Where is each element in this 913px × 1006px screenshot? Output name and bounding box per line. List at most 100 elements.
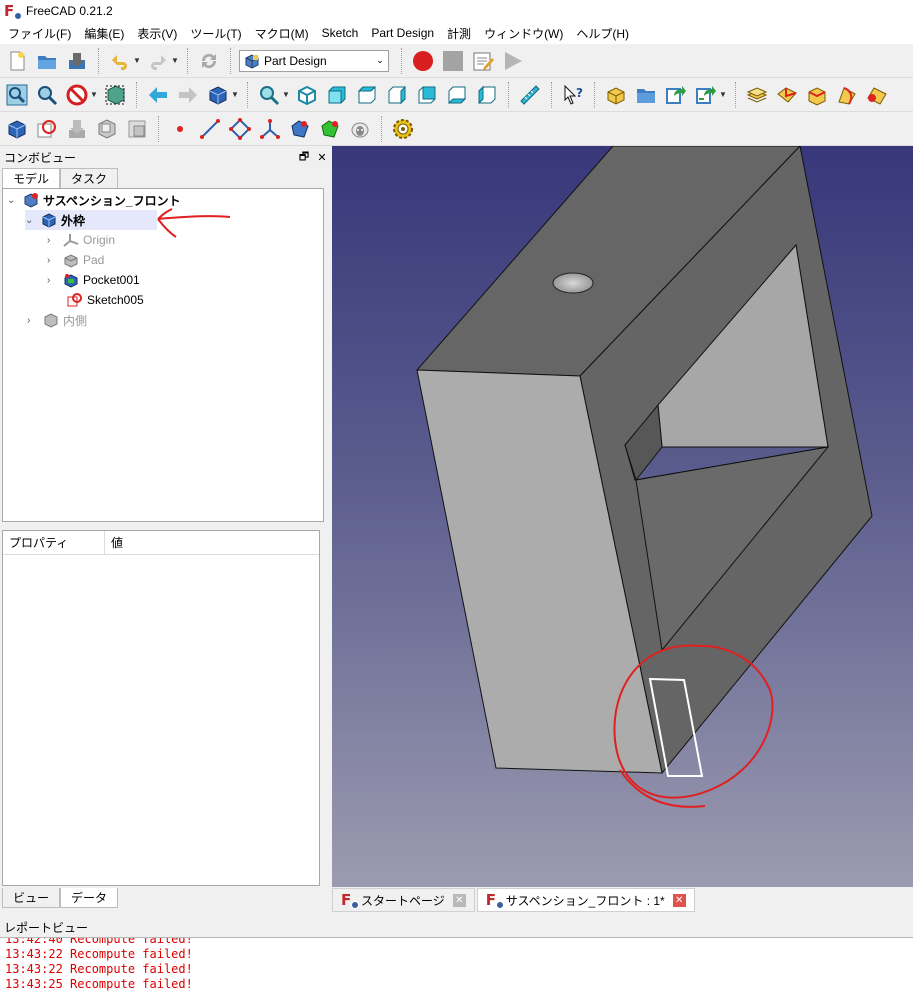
fit-selection-button[interactable] — [34, 82, 60, 108]
pad-button[interactable] — [804, 82, 830, 108]
menu-edit[interactable]: 編集(E) — [80, 25, 128, 42]
view-left-button[interactable] — [474, 82, 500, 108]
tab-model[interactable]: モデル — [2, 168, 61, 188]
tab-document[interactable]: F サスペンション_フロント : 1* ✕ — [476, 888, 695, 912]
revolution-button[interactable] — [834, 82, 860, 108]
macro-record-button[interactable] — [410, 48, 436, 74]
subshape-binder-button[interactable] — [317, 116, 343, 142]
view-right-button[interactable] — [384, 82, 410, 108]
shapebinder-button[interactable] — [287, 116, 313, 142]
menu-tools[interactable]: ツール(T) — [186, 25, 245, 42]
std-views-dropdown-icon[interactable]: ▼ — [231, 90, 239, 99]
macro-stop-button[interactable] — [440, 48, 466, 74]
tree-item-sketch[interactable]: Sketch005 — [63, 290, 144, 310]
gear-button[interactable] — [390, 116, 416, 142]
body-button[interactable] — [744, 82, 770, 108]
view-top-button[interactable] — [354, 82, 380, 108]
link-dropdown-icon[interactable]: ▼ — [719, 90, 727, 99]
tab-label: サスペンション_フロント : 1* — [505, 893, 665, 908]
tab-data[interactable]: データ — [60, 888, 119, 908]
float-icon[interactable]: 🗗 — [295, 148, 313, 167]
create-sublink-button[interactable] — [693, 82, 719, 108]
refresh-button[interactable] — [196, 48, 222, 74]
menu-macro[interactable]: マクロ(M) — [251, 25, 313, 42]
chevron-right-icon[interactable]: › — [47, 275, 59, 286]
tree-item-label: Origin — [83, 233, 116, 247]
new-body-button[interactable] — [4, 116, 30, 142]
chevron-right-icon[interactable]: › — [27, 315, 39, 326]
menu-part-design[interactable]: Part Design — [367, 26, 438, 40]
3d-viewport[interactable] — [332, 146, 913, 887]
new-sketch-button[interactable] — [34, 116, 60, 142]
forward-button[interactable] — [175, 82, 201, 108]
redo-button[interactable] — [145, 48, 171, 74]
chevron-down-icon: ⌄ — [376, 55, 384, 65]
datum-point-button[interactable] — [167, 116, 193, 142]
macro-run-button[interactable] — [500, 48, 526, 74]
view-bottom-button[interactable] — [444, 82, 470, 108]
menu-view[interactable]: 表示(V) — [133, 25, 181, 42]
macro-edit-button[interactable] — [470, 48, 496, 74]
tree-item-pad[interactable]: › Pad — [47, 250, 104, 270]
tab-view[interactable]: ビュー — [2, 888, 61, 908]
create-part-button[interactable] — [603, 82, 629, 108]
chevron-right-icon[interactable]: › — [47, 255, 59, 266]
std-views-button[interactable] — [205, 82, 231, 108]
sketch-icon — [67, 292, 83, 308]
reorient-sketch-button[interactable] — [124, 116, 150, 142]
bounding-box-button[interactable] — [102, 82, 128, 108]
measure-distance-button[interactable] — [517, 82, 543, 108]
draw-style-dropdown-icon[interactable]: ▼ — [90, 90, 98, 99]
tree-item-body-outer[interactable]: ⌄ 外枠 — [25, 210, 157, 230]
workbench-selector[interactable]: Part Design ⌄ — [239, 49, 389, 72]
undo-button[interactable] — [107, 48, 133, 74]
shape-binder-button[interactable] — [774, 82, 800, 108]
tree-item-body-inner[interactable]: › 内側 — [27, 310, 87, 330]
back-button[interactable] — [145, 82, 171, 108]
close-icon[interactable]: ✕ — [313, 151, 331, 164]
tree-item-pocket[interactable]: › Pocket001 — [47, 270, 140, 290]
datum-line-button[interactable] — [197, 116, 223, 142]
whats-this-button[interactable]: ? — [560, 82, 586, 108]
create-group-button[interactable] — [633, 82, 659, 108]
menu-sketch[interactable]: Sketch — [318, 26, 363, 40]
local-cs-button[interactable] — [257, 116, 283, 142]
freecad-logo-icon: F — [486, 892, 504, 909]
redo-dropdown-icon[interactable]: ▼ — [171, 56, 179, 65]
menu-window[interactable]: ウィンドウ(W) — [480, 25, 567, 42]
draw-style-button[interactable] — [64, 82, 90, 108]
property-col-name[interactable]: プロパティ — [3, 530, 105, 555]
fit-all-button[interactable] — [4, 82, 30, 108]
view-isometric-button[interactable] — [294, 82, 320, 108]
chevron-down-icon[interactable]: ⌄ — [7, 195, 19, 206]
datum-plane-button[interactable] — [227, 116, 253, 142]
tab-task[interactable]: タスク — [60, 168, 119, 188]
new-document-button[interactable] — [4, 48, 30, 74]
create-link-button[interactable] — [663, 82, 689, 108]
3d-model[interactable] — [332, 146, 913, 887]
open-button[interactable] — [34, 48, 60, 74]
view-rear-button[interactable] — [414, 82, 440, 108]
menu-measure[interactable]: 計測 — [443, 25, 475, 42]
zoom-button[interactable] — [256, 82, 282, 108]
view-front-button[interactable] — [324, 82, 350, 108]
menu-file[interactable]: ファイル(F) — [4, 25, 75, 42]
shape-binder-icon — [777, 86, 797, 103]
chevron-right-icon[interactable]: › — [47, 235, 59, 246]
tree-item-origin[interactable]: › Origin — [47, 230, 115, 250]
save-button[interactable] — [64, 48, 90, 74]
clone-button[interactable] — [347, 116, 373, 142]
chevron-down-icon[interactable]: ⌄ — [25, 215, 37, 226]
tab-start-page[interactable]: F スタートページ ✕ — [332, 888, 475, 912]
map-sketch-button[interactable] — [94, 116, 120, 142]
loft-button[interactable] — [864, 82, 890, 108]
menu-help[interactable]: ヘルプ(H) — [572, 25, 633, 42]
close-icon[interactable]: ✕ — [452, 893, 466, 907]
line-icon — [200, 118, 220, 139]
zoom-dropdown-icon[interactable]: ▼ — [282, 90, 290, 99]
report-view[interactable]: 13:42:40 Recompute failed! 13:43:22 Reco… — [0, 937, 913, 1006]
undo-dropdown-icon[interactable]: ▼ — [133, 56, 141, 65]
validate-sketch-button[interactable] — [64, 116, 90, 142]
property-col-value[interactable]: 値 — [105, 534, 123, 551]
close-icon[interactable]: ✕ — [672, 893, 686, 907]
